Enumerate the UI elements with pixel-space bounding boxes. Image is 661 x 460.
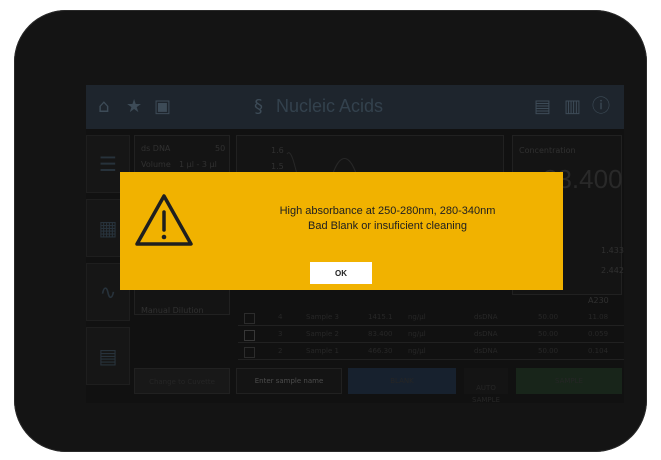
ok-button[interactable]: OK	[310, 262, 372, 284]
warning-dialog: High absorbance at 250-280nm, 280-340nm …	[120, 172, 563, 290]
warning-icon	[135, 194, 193, 246]
dialog-message-line1: High absorbance at 250-280nm, 280-340nm	[279, 205, 496, 217]
dialog-message-line2: Bad Blank or insuficient cleaning	[308, 220, 467, 232]
dialog-message: High absorbance at 250-280nm, 280-340nm …	[235, 204, 540, 234]
device-frame: ⌂ ★ ▣ § Nucleic Acids ▤ ▥ ⓘ ☰ ▦ ∿ ▤ ds D…	[14, 10, 647, 452]
